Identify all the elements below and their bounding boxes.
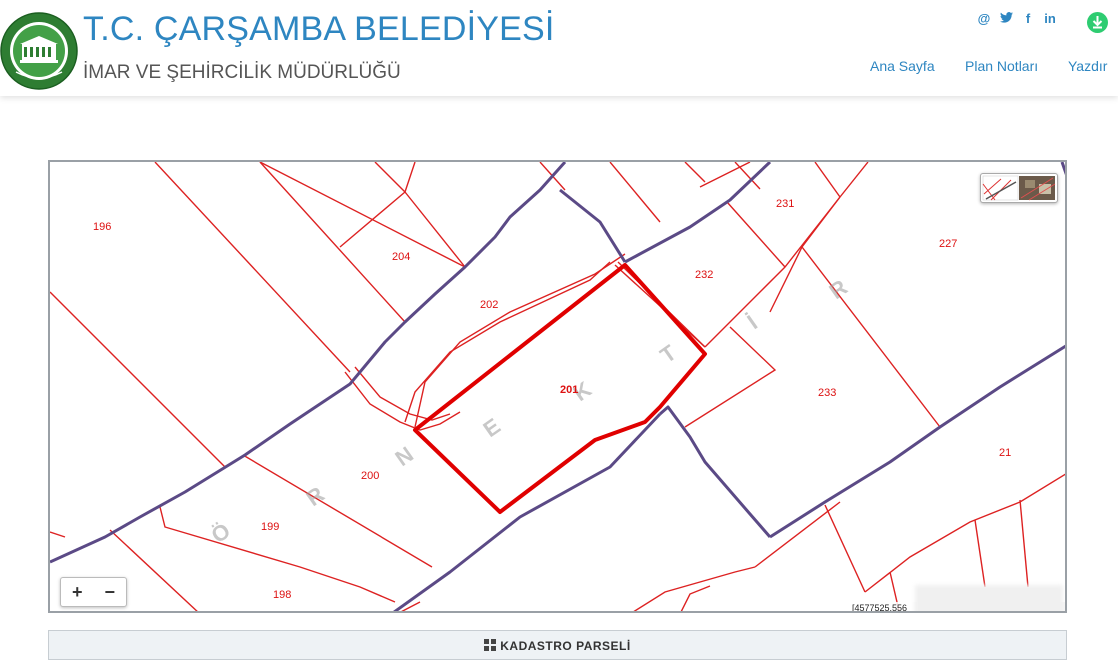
- parcel-map[interactable]: Ö R N E K T İ R 196 204 231 227 202 232 …: [48, 160, 1067, 613]
- layer-switch-button[interactable]: [980, 173, 1058, 203]
- grid-icon: [484, 639, 497, 651]
- municipality-logo: [0, 12, 78, 90]
- parcel-label: 198: [273, 589, 291, 601]
- svg-text:E: E: [479, 413, 505, 442]
- social-links: @ f in: [976, 11, 1058, 26]
- svg-text:T: T: [656, 340, 682, 369]
- site-title: T.C. ÇARŞAMBA BELEDİYESİ: [83, 10, 555, 48]
- kadastro-panel-header[interactable]: KADASTRO PARSELİ: [48, 630, 1067, 660]
- linkedin-icon[interactable]: in: [1042, 11, 1058, 26]
- email-icon[interactable]: @: [976, 11, 992, 26]
- svg-text:R: R: [825, 274, 852, 304]
- sample-watermark: Ö R N E K T İ R: [207, 274, 852, 548]
- parcel-label: 231: [776, 198, 794, 210]
- parcel-label: 21: [999, 447, 1011, 459]
- kadastro-panel-title-row: KADASTRO PARSELİ: [49, 639, 1066, 653]
- coordinate-value: [4577525.556: [852, 603, 908, 613]
- site-header: T.C. ÇARŞAMBA BELEDİYESİ İMAR VE ŞEHİRCİ…: [0, 0, 1118, 96]
- parcel-label: 227: [939, 238, 957, 250]
- nav-home-link[interactable]: Ana Sayfa: [870, 58, 935, 74]
- main-nav: Ana Sayfa Plan Notları Yazdır: [0, 58, 1118, 76]
- parcel-label: 232: [695, 269, 713, 281]
- parcel-label: 199: [261, 521, 279, 533]
- zoom-out-button[interactable]: −: [94, 578, 127, 606]
- zoom-control: + −: [60, 577, 127, 607]
- parcel-label: 202: [480, 299, 498, 311]
- twitter-icon[interactable]: [998, 11, 1014, 26]
- parcel-map-canvas: Ö R N E K T İ R 196 204 231 227 202 232 …: [50, 162, 1065, 611]
- svg-text:İ: İ: [743, 310, 762, 334]
- parcel-label: 233: [818, 387, 836, 399]
- parcel-label: 201: [560, 384, 578, 396]
- svg-text:R: R: [302, 481, 329, 511]
- svg-text:Ö: Ö: [207, 518, 235, 548]
- facebook-icon[interactable]: f: [1020, 11, 1036, 26]
- nav-print-link[interactable]: Yazdır: [1068, 58, 1107, 74]
- layer-thumbnail-icon: [982, 175, 1056, 201]
- nav-plan-notes-link[interactable]: Plan Notları: [965, 58, 1038, 74]
- parcel-label: 196: [93, 221, 111, 233]
- parcel-lines: [50, 162, 1065, 611]
- district-boundaries: [50, 162, 1065, 611]
- zoom-in-button[interactable]: +: [61, 578, 94, 606]
- redacted-area: [915, 585, 1063, 611]
- parcel-label: 200: [361, 470, 379, 482]
- kadastro-panel-title: KADASTRO PARSELİ: [500, 639, 631, 653]
- svg-text:N: N: [391, 442, 418, 472]
- parcel-label: 204: [392, 251, 410, 263]
- download-icon[interactable]: [1087, 12, 1108, 33]
- coordinate-readout: [4577525.556: [852, 585, 1065, 613]
